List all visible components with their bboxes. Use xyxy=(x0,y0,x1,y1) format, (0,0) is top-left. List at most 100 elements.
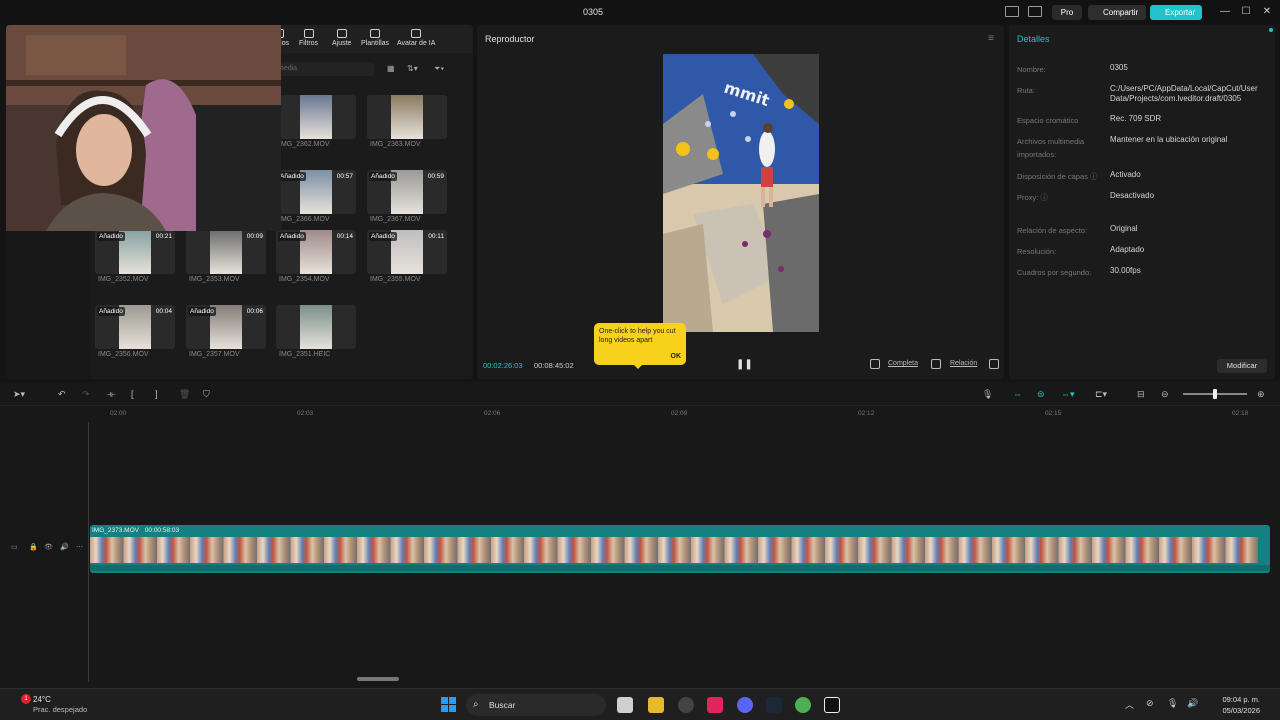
sort-icon[interactable]: ⇅▾ xyxy=(407,64,418,73)
shield-icon[interactable]: ⛉ xyxy=(203,389,210,400)
link-icon[interactable]: ⇔ xyxy=(1013,389,1022,399)
eye-icon[interactable]: 👁 xyxy=(44,543,53,551)
speaker-icon[interactable]: 🔊 xyxy=(60,543,69,551)
media-clip[interactable]: Añadido 00:04 IMG_2356.MOV xyxy=(95,305,175,358)
select-tool-icon[interactable]: ➤▾ xyxy=(13,389,25,400)
status-dot xyxy=(1269,28,1273,32)
clip-filename: IMG_2363.MOV xyxy=(370,141,421,148)
media-clip[interactable]: Añadido 00:59 IMG_2367.MOV xyxy=(367,170,447,223)
volume-icon[interactable]: 🔊 xyxy=(1187,698,1198,709)
fullscreen-icon[interactable] xyxy=(989,359,999,369)
media-clip[interactable]: Añadido 00:21 IMG_2352.MOV xyxy=(95,230,175,283)
zoom-out-icon[interactable]: ⊖ xyxy=(1161,389,1169,400)
tray-chevron-icon[interactable]: ︿ xyxy=(1125,698,1134,711)
trim-left-icon[interactable]: [ xyxy=(131,389,134,399)
detail-label: Espacio cromático xyxy=(1017,116,1079,125)
magnet-icon[interactable]: ⊜ xyxy=(1037,389,1045,400)
pro-button[interactable]: Pro xyxy=(1052,5,1082,20)
clock-date[interactable]: 05/03/2026 xyxy=(1200,706,1260,715)
crop-icon[interactable] xyxy=(870,359,880,369)
filter-menu-icon[interactable]: ⏷▾ xyxy=(434,64,444,74)
microphone-icon[interactable]: 🎙 xyxy=(982,389,993,400)
tiktok-icon[interactable] xyxy=(707,697,723,713)
capcut-icon[interactable] xyxy=(824,697,840,713)
details-panel: Detalles Nombre: 0305 Ruta: C:/Users/PC/… xyxy=(1009,25,1275,379)
preview-axis-icon[interactable]: ⊏▾ xyxy=(1095,389,1107,400)
tooltip-ok-button[interactable]: OK xyxy=(671,352,682,361)
zoom-slider-knob[interactable] xyxy=(1213,389,1217,399)
steam-icon[interactable] xyxy=(766,697,782,713)
modify-button[interactable]: Modificar xyxy=(1217,359,1267,373)
media-clip[interactable]: Añadido 00:14 IMG_2354.MOV xyxy=(276,230,356,283)
network-icon[interactable]: ⊘ xyxy=(1146,698,1154,709)
timeline-panel: ➤▾ ↶ ↷ ⟛ [ ] 🗑 ⛉ 🎙 ⇔ ⊜ ⇔▾ ⊏▾ ⊟ ⊖ ⊕ 02:00… xyxy=(0,382,1280,688)
windows-start-icon[interactable] xyxy=(441,697,456,712)
zoom-in-icon[interactable]: ⊕ xyxy=(1257,389,1265,400)
clock-time[interactable]: 09:04 p. m. xyxy=(1200,695,1260,704)
media-panel: Títulos Filtros Ajuste Plantillas Avatar… xyxy=(6,25,473,379)
grid-view-icon[interactable]: ▦ xyxy=(387,64,395,73)
media-clip[interactable]: IMG_2362.MOV xyxy=(276,95,356,148)
timeline-clip[interactable]: IMG_2373.MOV 00:00:58:03 xyxy=(90,525,1270,573)
clip-filename: IMG_2353.MOV xyxy=(189,276,240,283)
minimize-icon[interactable]: — xyxy=(1219,6,1231,17)
media-clip[interactable]: 00:09 IMG_2353.MOV xyxy=(186,230,266,283)
cover-icon[interactable]: ▭ xyxy=(11,543,18,551)
player-menu-icon[interactable]: ≡ xyxy=(988,33,994,44)
title-bar: 0305 Pro Compartir Exportar — ☐ ✕ xyxy=(0,0,1280,24)
media-clip[interactable]: Añadido 00:57 IMG_2366.MOV xyxy=(276,170,356,223)
share-label: Compartir xyxy=(1103,8,1139,17)
clip-thumbnail: Añadido 00:06 xyxy=(186,305,266,349)
snap-icon[interactable]: ⇔▾ xyxy=(1061,389,1075,400)
detail-label: Resolución: xyxy=(1017,247,1057,256)
fit-icon[interactable] xyxy=(931,359,941,369)
chrome-icon[interactable] xyxy=(795,697,811,713)
media-search-input[interactable]: media xyxy=(274,62,374,76)
video-preview[interactable]: mmit xyxy=(663,54,819,332)
maximize-icon[interactable]: ☐ xyxy=(1240,6,1252,17)
more-icon[interactable]: ⋯ xyxy=(76,543,83,551)
tab-adjust[interactable]: Ajuste xyxy=(332,29,351,47)
split-icon[interactable]: ⟛ xyxy=(107,389,115,400)
weather-temperature[interactable]: 24°C xyxy=(33,695,51,704)
lock-icon[interactable]: 🔒 xyxy=(29,543,38,551)
media-clip[interactable]: Añadido 00:11 IMG_2355.MOV xyxy=(367,230,447,283)
clip-label: IMG_2373.MOV 00:00:58:03 xyxy=(92,527,179,534)
close-icon[interactable]: ✕ xyxy=(1261,6,1273,17)
microphone-tray-icon[interactable]: 🎙 xyxy=(1167,698,1178,709)
pause-icon[interactable]: ❚❚ xyxy=(736,359,753,370)
clip-thumbnail: Añadido 00:04 xyxy=(95,305,175,349)
tab-filters[interactable]: Filtros xyxy=(299,29,318,47)
share-button[interactable]: Compartir xyxy=(1088,5,1146,20)
ratio-button[interactable]: Relación xyxy=(950,360,977,367)
delete-icon[interactable]: 🗑 xyxy=(179,389,190,400)
added-badge: Añadido xyxy=(188,307,216,316)
tab-templates[interactable]: Plantillas xyxy=(361,29,389,47)
clip-filename: IMG_2357.MOV xyxy=(189,351,240,358)
tab-ai-avatar[interactable]: Avatar de IA xyxy=(397,29,435,47)
discord-icon[interactable] xyxy=(737,697,753,713)
layout-icon[interactable] xyxy=(1005,6,1019,17)
adjust-icon xyxy=(336,29,347,38)
player-title: Reproductor xyxy=(485,34,535,44)
taskbar-search[interactable]: ⌕ Buscar xyxy=(466,694,606,716)
explorer-icon[interactable] xyxy=(648,697,664,713)
added-badge: Añadido xyxy=(278,172,306,181)
full-quality-button[interactable]: Completa xyxy=(888,360,918,367)
caption-icon[interactable]: ⊟ xyxy=(1137,389,1145,400)
media-clip[interactable]: IMG_2351.HEIC xyxy=(276,305,356,358)
undo-icon[interactable]: ↶ xyxy=(58,389,66,400)
files-icon[interactable] xyxy=(617,697,633,713)
trim-right-icon[interactable]: ] xyxy=(155,389,158,399)
weather-description[interactable]: Prac. despejado xyxy=(33,705,87,714)
media-clip[interactable]: IMG_2363.MOV xyxy=(367,95,447,148)
shortcuts-icon[interactable] xyxy=(1028,6,1042,17)
clip-thumbnail xyxy=(367,95,447,139)
timeline-scrollbar[interactable] xyxy=(357,677,399,681)
timeline-ruler[interactable]: 02:00 02:03 02:06 02:09 02:12 02:15 02:1… xyxy=(90,406,1280,422)
obs-icon[interactable] xyxy=(678,697,694,713)
detail-value: Activado xyxy=(1110,170,1141,179)
redo-icon[interactable]: ↷ xyxy=(82,389,90,400)
export-button[interactable]: Exportar xyxy=(1150,5,1202,20)
media-clip[interactable]: Añadido 00:06 IMG_2357.MOV xyxy=(186,305,266,358)
